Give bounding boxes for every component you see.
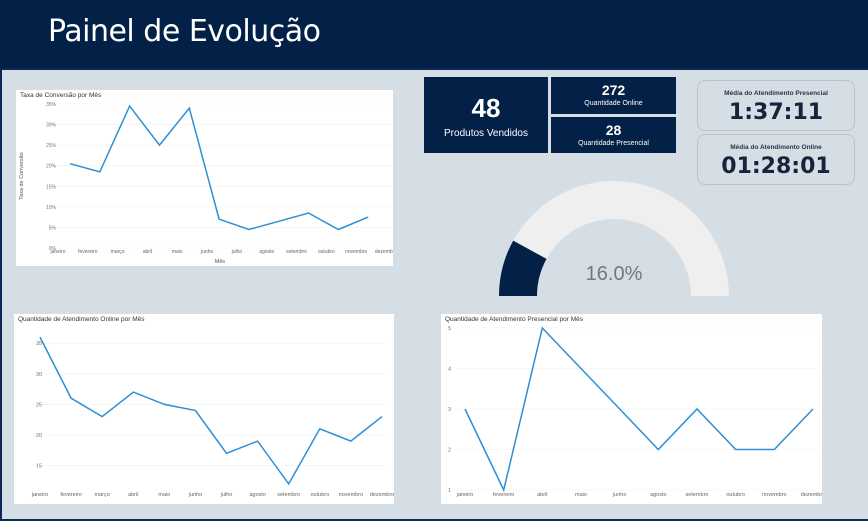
x-tick-label: agosto (249, 492, 266, 498)
y-tick-label: 15% (46, 184, 57, 190)
y-tick-label: 20% (46, 164, 57, 170)
x-tick-label: outubro (310, 492, 329, 498)
y-axis-label: Taxa de Conversão (19, 152, 25, 199)
x-tick-label: setembro (686, 492, 709, 498)
frame-border-left (0, 68, 2, 521)
online-service-chart-panel[interactable]: Quantidade de Atendimento Online por Mês… (14, 314, 394, 504)
x-tick-label: julho (220, 492, 233, 498)
y-tick-label: 30% (46, 123, 57, 129)
x-tick-label: agosto (650, 492, 667, 498)
x-tick-label: fevereiro (493, 492, 514, 498)
y-tick-label: 5 (448, 326, 451, 332)
avg-inperson-label: Média do Atendimento Presencial (724, 90, 828, 97)
x-tick-label: julho (231, 249, 243, 255)
gauge-value-label: 16.0% (586, 263, 643, 285)
x-tick-label: dezembro (801, 492, 822, 498)
x-tick-label: junho (188, 492, 202, 498)
y-tick-label: 15 (36, 464, 42, 470)
y-tick-label: 3 (448, 407, 451, 413)
products-sold-value: 48 (471, 93, 501, 123)
y-tick-label: 10% (46, 205, 57, 211)
x-tick-label: janeiro (456, 492, 474, 498)
y-tick-label: 35 (36, 341, 42, 347)
online-quantity-card[interactable]: 272 Quantidade Online (551, 77, 676, 114)
online-quantity-label: Quantidade Online (584, 100, 643, 107)
x-tick-label: novembro (345, 249, 367, 255)
y-tick-label: 35% (46, 102, 57, 108)
x-tick-label: janeiro (31, 492, 49, 498)
y-tick-label: 30 (36, 372, 42, 378)
y-tick-label: 20 (36, 433, 42, 439)
y-tick-label: 25 (36, 402, 42, 408)
x-axis-label: Mês (215, 259, 226, 265)
x-tick-label: novembro (339, 492, 363, 498)
conversion-rate-chart-panel[interactable]: Taxa de Conversão por Mês 0% 5% 10% 15% 20% 2… (16, 90, 393, 266)
avg-online-label: Média do Atendimento Online (730, 144, 822, 151)
x-tick-label: janeiro (49, 249, 65, 255)
series-line (39, 336, 383, 486)
inperson-service-chart-panel[interactable]: Quantidade de Atendimento Presencial por… (441, 314, 822, 504)
x-tick-label: abril (537, 492, 547, 498)
online-service-chart: 15 20 25 30 35 janeiro fevereiro março abril maio… (31, 336, 394, 498)
x-tick-label: outubro (318, 249, 335, 255)
x-tick-label: setembro (286, 249, 307, 255)
conversion-rate-chart: 0%5%10%15%20%25%30%35%janeiro fevereiro ma… (19, 102, 393, 265)
y-tick-label: 4 (448, 367, 451, 373)
y-tick-label: 25% (46, 143, 57, 149)
y-tick-label: 5% (49, 225, 57, 231)
x-tick-label: junho (612, 492, 626, 498)
x-tick-label: abril (128, 492, 138, 498)
x-tick-label: agosto (259, 249, 274, 255)
products-sold-card[interactable]: 48 Produtos Vendidos (424, 77, 548, 153)
online-quantity-value: 272 (601, 82, 626, 98)
inperson-service-chart: 1 2 3 4 5 janeiro fevereiro abril maio junho agost… (448, 326, 822, 498)
avg-inperson-card[interactable]: Média do Atendimento Presencial 1:37:11 (697, 80, 855, 131)
inperson-quantity-label: Quantidade Presencial (578, 140, 649, 147)
x-tick-label: fevereiro (60, 492, 81, 498)
x-tick-label: março (111, 249, 125, 255)
x-tick-label: abril (143, 249, 152, 255)
conversion-gauge[interactable]: 16.0% (495, 178, 735, 303)
inperson-quantity-card[interactable]: 28 Quantidade Presencial (551, 117, 676, 153)
x-tick-label: maio (575, 492, 587, 498)
x-tick-label: maio (158, 492, 170, 498)
y-tick-label: 1 (448, 488, 451, 494)
page-title: Painel de Evolução (48, 14, 321, 49)
x-tick-label: março (95, 492, 110, 498)
x-tick-label: outubro (726, 492, 745, 498)
x-tick-label: novembro (762, 492, 786, 498)
y-tick-label: 2 (448, 448, 451, 454)
header-bar: Painel de Evolução (0, 0, 868, 70)
avg-inperson-value: 1:37:11 (728, 100, 824, 125)
x-tick-label: setembro (277, 492, 300, 498)
x-tick-label: dezembro (375, 249, 393, 255)
x-tick-label: fevereiro (78, 249, 98, 255)
x-tick-label: dezembro (370, 492, 394, 498)
avg-online-value: 01:28:01 (721, 154, 831, 179)
inperson-quantity-value: 28 (605, 122, 622, 138)
x-tick-label: junho (200, 249, 213, 255)
x-tick-label: maio (172, 249, 183, 255)
products-sold-label: Produtos Vendidos (444, 128, 528, 139)
